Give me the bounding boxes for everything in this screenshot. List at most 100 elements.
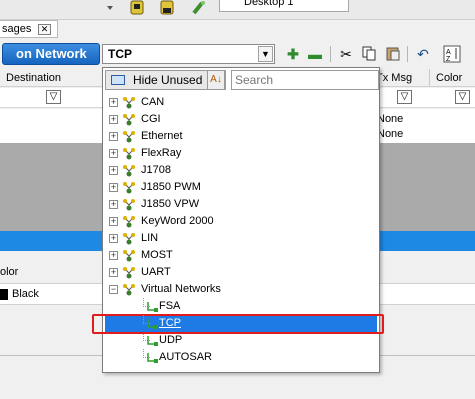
network-dropdown: Hide Unused A↓ + CAN + CGI + Ethernet + FlexRay… bbox=[102, 67, 380, 373]
virtual-network-icon bbox=[145, 317, 159, 330]
chevron-down-icon[interactable]: ▼ bbox=[258, 46, 273, 62]
expand-icon[interactable]: + bbox=[109, 149, 118, 158]
tree-item-tcp[interactable]: TCP bbox=[103, 315, 379, 332]
toolbar-dropdown-arrow-icon[interactable] bbox=[104, 0, 116, 16]
expand-icon[interactable]: + bbox=[109, 166, 118, 175]
tab-desktop-label: Desktop 1 bbox=[244, 0, 294, 8]
tab-messages-label: sages bbox=[2, 23, 32, 35]
network-icon bbox=[122, 215, 136, 228]
tree-item-most[interactable]: + MOST bbox=[103, 247, 379, 264]
tab-messages[interactable]: sages ✕ bbox=[0, 20, 58, 38]
sort-az-icon[interactable]: AZ bbox=[443, 45, 461, 63]
tree-item-label: TCP bbox=[159, 317, 181, 329]
expand-icon[interactable]: + bbox=[109, 251, 118, 260]
tree-item-autosar[interactable]: AUTOSAR bbox=[103, 349, 379, 366]
tree-item-label: AUTOSAR bbox=[159, 351, 212, 363]
toolbar-separator bbox=[330, 46, 331, 62]
column-header-color[interactable]: Color bbox=[430, 69, 475, 87]
network-toolbar: on Network TCP ▼ ✚ ▬ ✂ ↶ AZ bbox=[0, 40, 475, 68]
tab-desktop[interactable]: Desktop 1 bbox=[219, 0, 349, 12]
network-button[interactable]: on Network bbox=[2, 43, 100, 65]
table-row-tx-msg[interactable]: None bbox=[377, 127, 403, 141]
tree-item-label: UDP bbox=[159, 334, 183, 346]
undo-icon[interactable]: ↶ bbox=[414, 45, 432, 63]
close-tab-icon[interactable]: ✕ bbox=[38, 24, 51, 35]
svg-text:A: A bbox=[446, 49, 451, 56]
collapse-icon[interactable]: − bbox=[109, 285, 118, 294]
tree-item-j1850-pwm[interactable]: + J1850 PWM bbox=[103, 179, 379, 196]
tree-item-label: FSA bbox=[159, 300, 181, 312]
tree-item-label: Ethernet bbox=[141, 130, 183, 142]
top-toolbar: Desktop 1 bbox=[0, 0, 475, 20]
network-icon bbox=[122, 181, 136, 194]
tree-item-label: CAN bbox=[141, 96, 165, 108]
tree-item-label: KeyWord 2000 bbox=[141, 215, 214, 227]
network-icon bbox=[122, 249, 136, 262]
tree-item-label: J1850 VPW bbox=[141, 198, 200, 210]
tree-item-flexray[interactable]: + FlexRay bbox=[103, 145, 379, 162]
network-select-value: TCP bbox=[108, 47, 132, 61]
tree-item-cgi[interactable]: + CGI bbox=[103, 111, 379, 128]
tree-item-label: LIN bbox=[141, 232, 159, 244]
virtual-network-icon bbox=[145, 300, 159, 313]
tree-item-uart[interactable]: + UART bbox=[103, 264, 379, 281]
tree-item-label: MOST bbox=[141, 249, 173, 261]
tree-item-can[interactable]: + CAN bbox=[103, 94, 379, 111]
folder-icon bbox=[111, 75, 125, 85]
paste-icon[interactable] bbox=[384, 45, 402, 63]
search-input[interactable] bbox=[231, 70, 379, 90]
tree-item-virtual-networks[interactable]: − Virtual Networks bbox=[103, 281, 379, 298]
network-icon bbox=[122, 164, 136, 177]
remove-icon[interactable]: ▬ bbox=[306, 45, 324, 63]
network-icon bbox=[122, 283, 136, 296]
expand-icon[interactable]: + bbox=[109, 200, 118, 209]
database-icon[interactable] bbox=[128, 0, 146, 16]
expand-icon[interactable]: + bbox=[109, 268, 118, 277]
copy-icon[interactable] bbox=[360, 45, 378, 63]
color-swatch bbox=[0, 289, 8, 300]
column-header-tx-msg[interactable]: Tx Msg bbox=[374, 69, 430, 87]
cut-icon[interactable]: ✂ bbox=[337, 45, 355, 63]
tree-item-label: FlexRay bbox=[141, 147, 182, 159]
tree-item-fsa[interactable]: FSA bbox=[103, 298, 379, 315]
tree-item-j1850-vpw[interactable]: + J1850 VPW bbox=[103, 196, 379, 213]
network-icon bbox=[122, 113, 136, 126]
expand-icon[interactable]: + bbox=[109, 234, 118, 243]
expand-icon[interactable]: + bbox=[109, 98, 118, 107]
tree-item-lin[interactable]: + LIN bbox=[103, 230, 379, 247]
filter-icon[interactable]: ▽ bbox=[397, 90, 412, 104]
tree-item-label: J1708 bbox=[141, 164, 171, 176]
wrench-icon[interactable] bbox=[190, 0, 208, 16]
tree-item-j1708[interactable]: + J1708 bbox=[103, 162, 379, 179]
table-row-tx-msg[interactable]: None bbox=[377, 112, 403, 126]
add-icon[interactable]: ✚ bbox=[284, 45, 302, 63]
toolbar-separator bbox=[407, 46, 408, 62]
tree-item-udp[interactable]: UDP bbox=[103, 332, 379, 349]
expand-icon[interactable]: + bbox=[109, 217, 118, 226]
column-header-destination[interactable]: Destination bbox=[0, 69, 105, 87]
filter-icon[interactable]: ▽ bbox=[46, 90, 61, 104]
tree-item-label: J1850 PWM bbox=[141, 181, 201, 193]
virtual-network-icon bbox=[145, 334, 159, 347]
svg-text:Z: Z bbox=[446, 56, 451, 63]
database-save-icon[interactable] bbox=[158, 0, 176, 16]
network-select[interactable]: TCP ▼ bbox=[102, 44, 275, 64]
tree-item-label: CGI bbox=[141, 113, 161, 125]
network-icon bbox=[122, 198, 136, 211]
tree-item-keyword-2000[interactable]: + KeyWord 2000 bbox=[103, 213, 379, 230]
network-icon bbox=[122, 147, 136, 160]
expand-icon[interactable]: + bbox=[109, 132, 118, 141]
expand-icon[interactable]: + bbox=[109, 115, 118, 124]
tree-item-ethernet[interactable]: + Ethernet bbox=[103, 128, 379, 145]
network-icon bbox=[122, 96, 136, 109]
network-icon bbox=[122, 232, 136, 245]
sort-icon[interactable]: A↓ bbox=[207, 70, 225, 90]
expand-icon[interactable]: + bbox=[109, 183, 118, 192]
filter-icon[interactable]: ▽ bbox=[455, 90, 470, 104]
tree-item-label: Virtual Networks bbox=[141, 283, 221, 295]
network-icon bbox=[122, 266, 136, 279]
virtual-network-icon bbox=[145, 351, 159, 364]
network-icon bbox=[122, 130, 136, 143]
color-value: Black bbox=[12, 288, 39, 300]
tree-item-label: UART bbox=[141, 266, 171, 278]
